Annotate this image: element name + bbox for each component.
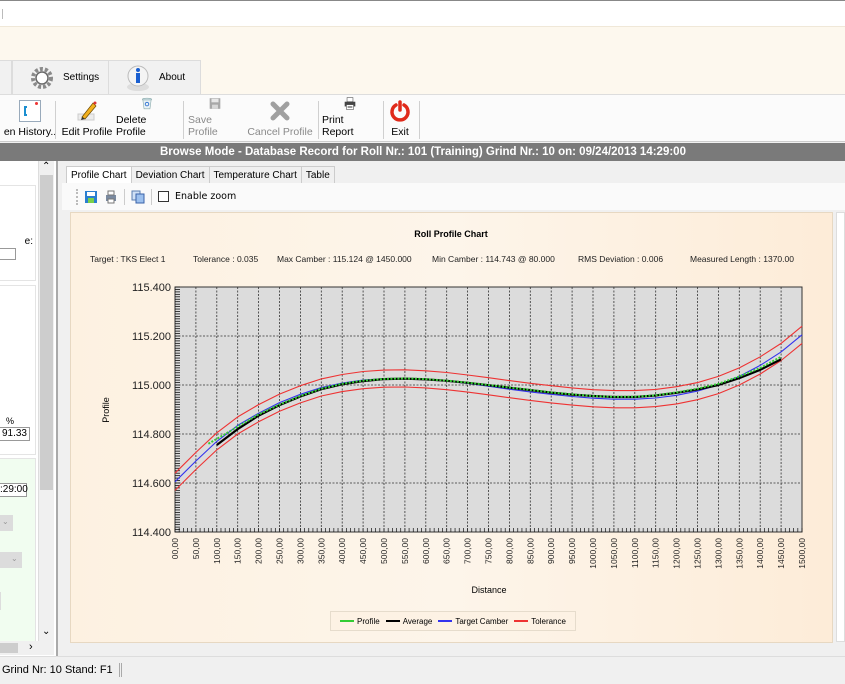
- x-tick-label: 600,00: [421, 538, 431, 564]
- x-axis-label: Distance: [471, 585, 506, 595]
- y-tick-label: 114.400: [132, 527, 171, 539]
- legend-label: Target Camber: [455, 616, 509, 626]
- x-tick-label: 900,00: [546, 538, 556, 564]
- legend-swatch: [438, 620, 453, 622]
- x-tick-label: 1350,00: [734, 538, 744, 569]
- legend-item-profile: Profile: [340, 617, 380, 626]
- x-tick-label: 00,00: [170, 538, 180, 560]
- y-tick-label: 115.200: [132, 331, 171, 343]
- x-tick-label: 500,00: [379, 538, 389, 564]
- info-max-camber: Max Camber : 115.124 @ 1450.000: [277, 254, 412, 264]
- info-min-camber: Min Camber : 114.743 @ 80.000: [432, 254, 555, 264]
- legend-swatch: [385, 620, 400, 622]
- info-rms-deviation: RMS Deviation : 0.006: [578, 254, 663, 264]
- y-axis-label: Profile: [101, 397, 111, 423]
- status-bar: Grind Nr: 10 Stand: F1: [0, 656, 845, 684]
- x-tick-label: 250,00: [275, 538, 285, 564]
- y-tick-label: 114.600: [132, 478, 171, 490]
- chart-legend: Profile Average Target Camber Tolerance: [330, 611, 576, 631]
- x-tick-label: 850,00: [525, 538, 535, 564]
- x-tick-label: 200,00: [254, 538, 264, 564]
- x-tick-label: 50,00: [191, 538, 201, 560]
- x-tick-label: 700,00: [463, 538, 473, 564]
- x-tick-label: 1400,00: [755, 538, 765, 569]
- y-tick-label: 115.000: [132, 380, 171, 392]
- x-tick-label: 1300,00: [713, 538, 723, 569]
- x-axis: 00,00 50,00 100,00 150,00 200,00 250,00 300,00…: [170, 528, 807, 569]
- x-tick-label: 550,00: [400, 538, 410, 564]
- y-axis: 114.400 114.600 114.800 115.000 115.200 115.4…: [132, 282, 180, 539]
- x-tick-label: 750,00: [484, 538, 494, 564]
- chart-svg: Roll Profile Chart Target : TKS Elect 1 …: [90, 229, 807, 595]
- x-tick-label: 450,00: [358, 538, 368, 564]
- x-tick-label: 1000,00: [588, 538, 598, 569]
- legend-item-target-camber: Target Camber: [438, 617, 508, 626]
- x-tick-label: 1100,00: [630, 538, 640, 568]
- chart-title: Roll Profile Chart: [414, 229, 488, 239]
- y-tick-label: 114.800: [132, 429, 171, 441]
- x-tick-label: 150,00: [233, 538, 243, 564]
- legend-item-average: Average: [385, 616, 433, 626]
- x-tick-label: 950,00: [567, 538, 577, 564]
- x-tick-label: 400,00: [337, 538, 347, 564]
- x-tick-label: 650,00: [442, 538, 452, 564]
- legend-swatch: [340, 620, 354, 622]
- x-tick-label: 800,00: [504, 538, 514, 564]
- info-target: Target : TKS Elect 1: [90, 254, 166, 264]
- legend-swatch: [514, 620, 529, 622]
- legend-item-tolerance: Tolerance: [514, 617, 566, 626]
- legend-label: Tolerance: [531, 616, 566, 626]
- x-tick-label: 350,00: [316, 538, 326, 564]
- legend-label: Average: [402, 616, 433, 626]
- info-tolerance: Tolerance : 0.035: [193, 254, 258, 264]
- legend-label: Profile: [357, 616, 380, 626]
- chart-info-line: Target : TKS Elect 1 Tolerance : 0.035 M…: [90, 254, 794, 264]
- y-tick-label: 115.400: [132, 282, 171, 294]
- x-tick-label: 300,00: [295, 538, 305, 564]
- x-tick-label: 1150,00: [651, 538, 661, 568]
- x-tick-label: 100,00: [212, 538, 222, 564]
- x-tick-label: 1050,00: [609, 538, 619, 569]
- x-tick-label: 1250,00: [693, 538, 703, 569]
- x-tick-label: 1450,00: [776, 538, 786, 569]
- x-tick-label: 1500,00: [797, 538, 807, 569]
- status-text: Grind Nr: 10 Stand: F1: [2, 664, 113, 676]
- info-measured-length: Measured Length : 1370.00: [690, 254, 794, 264]
- x-tick-label: 1200,00: [672, 538, 682, 569]
- status-separator: [118, 663, 122, 678]
